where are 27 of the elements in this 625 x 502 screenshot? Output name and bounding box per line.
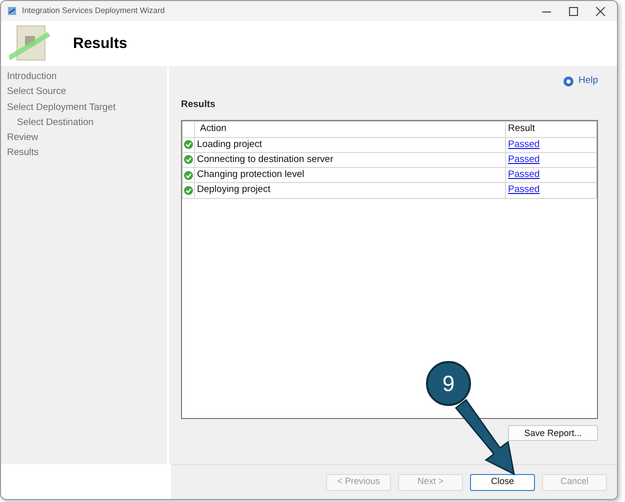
save-report-button[interactable]: Save Report...	[508, 425, 598, 442]
table-cell: Changing protection level	[194, 168, 506, 183]
table-cell: Connecting to destination server	[194, 152, 506, 168]
app-icon	[7, 6, 17, 16]
maximize-icon[interactable]	[569, 6, 578, 16]
success-icon	[184, 186, 193, 195]
table-cell: Loading project	[194, 137, 506, 152]
column-header: Action	[194, 122, 506, 137]
close-icon[interactable]	[596, 6, 605, 16]
page-title: Results	[73, 34, 128, 52]
wizard-logo-icon	[9, 24, 51, 64]
table-cell: Deploying project	[194, 182, 506, 198]
help-link[interactable]: Help	[578, 74, 598, 88]
success-icon	[184, 140, 193, 150]
sidebar-item[interactable]: Review	[7, 130, 167, 146]
window-title: Integration Services Deployment Wizard	[22, 5, 165, 17]
sidebar-item[interactable]: Select Source	[7, 84, 167, 100]
sidebar-item[interactable]: Select Deployment Target	[7, 100, 167, 115]
sidebar-item[interactable]: Introduction	[7, 69, 167, 84]
help-icon[interactable]	[563, 76, 574, 86]
success-icon	[184, 170, 193, 180]
sidebar-item[interactable]: Select Destination	[7, 114, 167, 130]
wizard-button[interactable]: Close	[470, 474, 535, 490]
success-icon	[184, 155, 193, 164]
sidebar-item[interactable]: Results	[7, 145, 167, 161]
section-title: Results	[181, 98, 216, 112]
column-header: Result	[506, 122, 596, 137]
